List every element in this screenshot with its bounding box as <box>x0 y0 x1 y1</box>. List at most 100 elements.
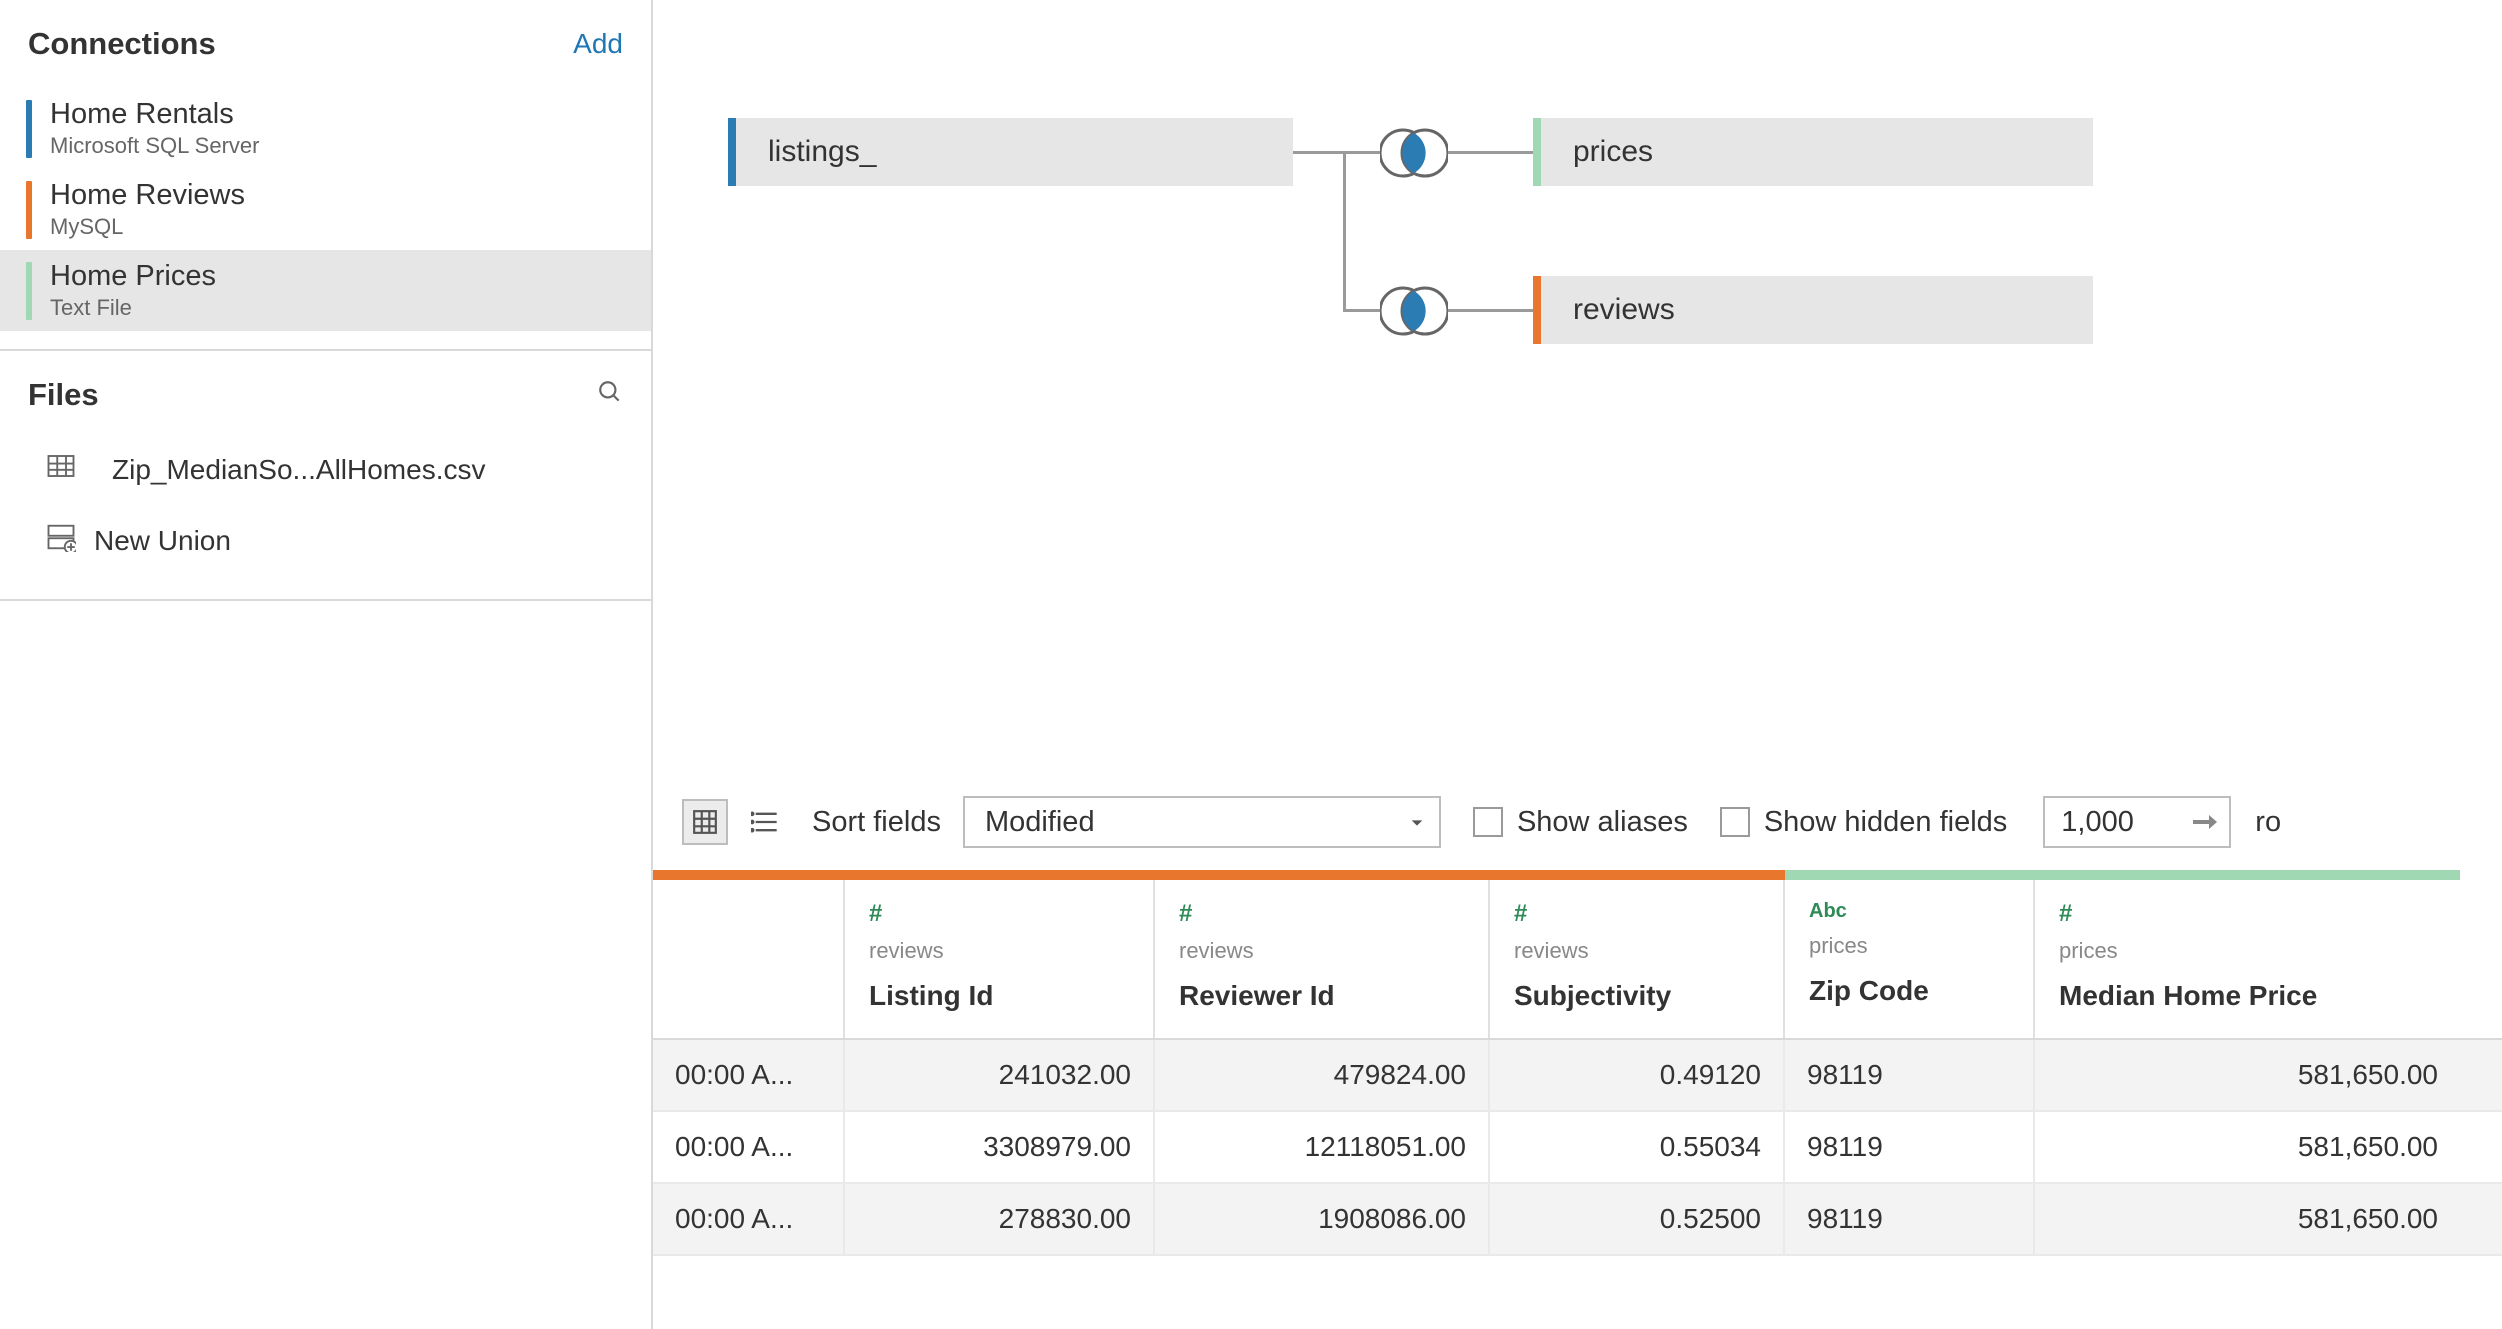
connection-name: Home Reviews <box>50 179 245 212</box>
cell: 479824.00 <box>1155 1040 1490 1110</box>
table-icon <box>46 451 94 488</box>
show-hidden-checkbox[interactable]: Show hidden fields <box>1720 806 2007 839</box>
sort-fields-value: Modified <box>985 806 1095 839</box>
column-type: # <box>1514 900 1759 928</box>
cell: 00:00 A... <box>653 1112 845 1182</box>
file-item[interactable]: Zip_MedianSo...AllHomes.csv <box>28 441 623 512</box>
cell: 278830.00 <box>845 1184 1155 1254</box>
connections-list: Home Rentals Microsoft SQL Server Home R… <box>28 88 623 331</box>
new-union-button[interactable]: New Union <box>28 512 623 581</box>
connection-item-rentals[interactable]: Home Rentals Microsoft SQL Server <box>0 88 651 169</box>
cell: 581,650.00 <box>2035 1040 2460 1110</box>
column-header[interactable]: # reviews Reviewer Id <box>1155 880 1490 1038</box>
data-toolbar: Sort fields Modified Show aliases Show h… <box>682 792 2502 852</box>
cell: 581,650.00 <box>2035 1184 2460 1254</box>
node-color-bar <box>1533 276 1541 344</box>
row-limit-value: 1,000 <box>2061 806 2134 839</box>
connector-line <box>1293 151 1380 154</box>
sidebar: Connections Add Home Rentals Microsoft S… <box>0 0 653 1329</box>
column-header[interactable]: # reviews Listing Id <box>845 880 1155 1038</box>
chevron-down-icon <box>1409 806 1425 839</box>
column-name: Subjectivity <box>1514 980 1759 1012</box>
grid-view-button[interactable] <box>682 799 728 845</box>
connection-name: Home Rentals <box>50 98 259 131</box>
checkbox-box <box>1720 807 1750 837</box>
column-source: reviews <box>869 938 1129 964</box>
connection-subtype: MySQL <box>50 214 245 240</box>
column-name: Median Home Price <box>2059 980 2436 1012</box>
list-view-button[interactable] <box>742 799 788 845</box>
connection-texts: Home Reviews MySQL <box>50 179 245 240</box>
connection-subtype: Text File <box>50 295 216 321</box>
cell: 241032.00 <box>845 1040 1155 1110</box>
strip-segment <box>1785 870 2035 880</box>
connections-header: Connections Add <box>28 26 623 62</box>
sort-fields-select[interactable]: Modified <box>963 796 1441 848</box>
column-type: # <box>1179 900 1464 928</box>
connection-item-prices[interactable]: Home Prices Text File <box>0 250 651 331</box>
column-source: reviews <box>1179 938 1464 964</box>
data-grid: # reviews Listing Id # reviews Reviewer … <box>653 870 2502 1329</box>
table-row[interactable]: 00:00 A... 3308979.00 12118051.00 0.5503… <box>653 1112 2502 1184</box>
table-node-prices[interactable]: prices <box>1533 118 2093 186</box>
connector-line <box>1343 309 1380 312</box>
join-icon[interactable] <box>1380 122 1448 184</box>
strip-segment <box>2035 870 2460 880</box>
file-name: Zip_MedianSo...AllHomes.csv <box>112 454 485 486</box>
main-area: listings_ prices reviews <box>653 0 2502 1329</box>
checkbox-box <box>1473 807 1503 837</box>
column-header[interactable]: # prices Median Home Price <box>2035 880 2460 1038</box>
strip-segment <box>1490 870 1785 880</box>
connection-color-bar <box>26 181 32 239</box>
cell: 581,650.00 <box>2035 1112 2460 1182</box>
connection-texts: Home Rentals Microsoft SQL Server <box>50 98 259 159</box>
column-source: prices <box>2059 938 2436 964</box>
rows-label: ro <box>2255 806 2281 839</box>
union-icon <box>46 522 76 559</box>
join-icon[interactable] <box>1380 280 1448 342</box>
column-type: # <box>2059 900 2436 928</box>
files-header: Files <box>28 377 623 413</box>
node-color-bar <box>728 118 736 186</box>
cell: 98119 <box>1785 1112 2035 1182</box>
cell: 12118051.00 <box>1155 1112 1490 1182</box>
node-label: prices <box>1541 135 1653 169</box>
column-name: Reviewer Id <box>1179 980 1464 1012</box>
checkbox-label: Show hidden fields <box>1764 806 2007 839</box>
connector-line <box>1343 151 1346 311</box>
column-type: # <box>869 900 1129 928</box>
source-strip <box>653 870 2502 880</box>
connection-name: Home Prices <box>50 260 216 293</box>
files-title: Files <box>28 377 99 413</box>
column-source: reviews <box>1514 938 1759 964</box>
strip-segment <box>653 870 845 880</box>
table-node-reviews[interactable]: reviews <box>1533 276 2093 344</box>
row-limit-input[interactable]: 1,000 <box>2043 796 2231 848</box>
connection-texts: Home Prices Text File <box>50 260 216 321</box>
table-row[interactable]: 00:00 A... 241032.00 479824.00 0.49120 9… <box>653 1040 2502 1112</box>
connection-color-bar <box>26 100 32 158</box>
table-node-listings[interactable]: listings_ <box>728 118 1293 186</box>
connection-item-reviews[interactable]: Home Reviews MySQL <box>0 169 651 250</box>
cell: 0.52500 <box>1490 1184 1785 1254</box>
node-label: listings_ <box>736 135 876 169</box>
checkbox-label: Show aliases <box>1517 806 1688 839</box>
arrow-right-icon <box>2193 806 2217 839</box>
connector-line <box>1448 309 1533 312</box>
files-section: Files Zip_MedianSo...AllHomes.csv New Un… <box>0 351 651 599</box>
add-connection-button[interactable]: Add <box>573 28 623 60</box>
column-header[interactable] <box>653 880 845 1038</box>
sidebar-divider <box>0 599 651 601</box>
column-header[interactable]: Abc prices Zip Code <box>1785 880 2035 1038</box>
join-canvas[interactable]: listings_ prices reviews <box>653 0 2502 750</box>
column-header[interactable]: # reviews Subjectivity <box>1490 880 1785 1038</box>
table-row[interactable]: 00:00 A... 278830.00 1908086.00 0.52500 … <box>653 1184 2502 1256</box>
grid-header: # reviews Listing Id # reviews Reviewer … <box>653 880 2502 1040</box>
cell: 0.49120 <box>1490 1040 1785 1110</box>
column-name: Zip Code <box>1809 975 2009 1007</box>
search-icon[interactable] <box>597 379 623 412</box>
cell: 1908086.00 <box>1155 1184 1490 1254</box>
connections-section: Connections Add Home Rentals Microsoft S… <box>0 0 651 349</box>
show-aliases-checkbox[interactable]: Show aliases <box>1473 806 1688 839</box>
connector-line <box>1448 151 1533 154</box>
